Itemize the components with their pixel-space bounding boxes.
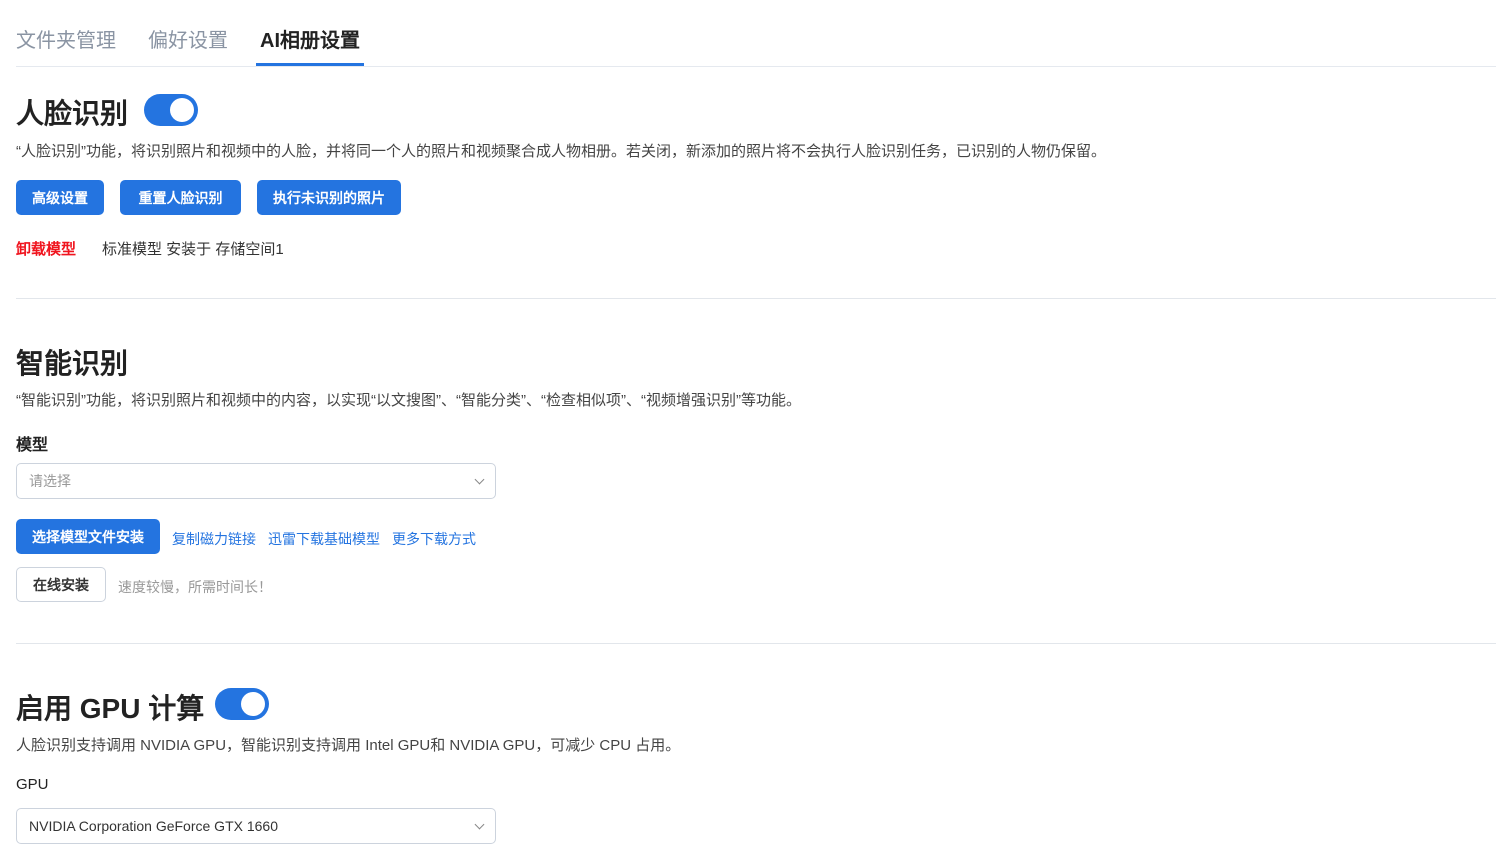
gpu-select-value: NVIDIA Corporation GeForce GTX 1660 (29, 818, 278, 834)
run-unrecognized-button[interactable]: 执行未识别的照片 (257, 180, 401, 215)
divider (16, 298, 1496, 299)
divider (16, 643, 1496, 644)
advanced-settings-button[interactable]: 高级设置 (16, 180, 104, 215)
model-install-info: 标准模型 安装于 存储空间1 (102, 241, 284, 258)
tab-folder-management[interactable]: 文件夹管理 (16, 0, 116, 66)
face-recognition-title: 人脸识别 (16, 98, 129, 129)
online-install-hint: 速度较慢，所需时间长！ (118, 579, 272, 595)
gpu-toggle[interactable] (215, 688, 269, 720)
face-recognition-desc: “人脸识别”功能，将识别照片和视频中的人脸，并将同一个人的照片和视频聚合成人物相… (16, 143, 1106, 160)
gpu-label: GPU (16, 776, 49, 793)
tab-preferences[interactable]: 偏好设置 (148, 0, 228, 66)
thunder-download-link[interactable]: 迅雷下载基础模型 (268, 529, 380, 549)
model-label: 模型 (16, 437, 49, 454)
online-install-button[interactable]: 在线安装 (16, 567, 106, 602)
install-model-file-button[interactable]: 选择模型文件安装 (16, 519, 160, 554)
model-select-placeholder: 请选择 (29, 473, 71, 489)
face-recognition-toggle[interactable] (144, 94, 198, 126)
uninstall-model-link[interactable]: 卸载模型 (16, 238, 76, 259)
gpu-title: 启用 GPU 计算 (16, 693, 205, 724)
chevron-down-icon (474, 819, 485, 829)
gpu-select[interactable]: NVIDIA Corporation GeForce GTX 1660 (16, 808, 496, 844)
model-select[interactable]: 请选择 (16, 463, 496, 499)
tab-bar: 文件夹管理 偏好设置 AI相册设置 (16, 0, 1496, 67)
tab-ai-album-settings[interactable]: AI相册设置 (256, 0, 364, 66)
more-download-link[interactable]: 更多下载方式 (392, 529, 476, 549)
reset-face-recognition-button[interactable]: 重置人脸识别 (120, 180, 241, 215)
smart-recognition-title: 智能识别 (16, 348, 129, 379)
gpu-desc: 人脸识别支持调用 NVIDIA GPU，智能识别支持调用 Intel GPU和 … (16, 737, 681, 754)
copy-magnet-link[interactable]: 复制磁力链接 (172, 529, 256, 549)
smart-recognition-desc: “智能识别”功能，将识别照片和视频中的内容，以实现“以文搜图”、“智能分类”、“… (16, 392, 801, 409)
chevron-down-icon (474, 474, 485, 484)
